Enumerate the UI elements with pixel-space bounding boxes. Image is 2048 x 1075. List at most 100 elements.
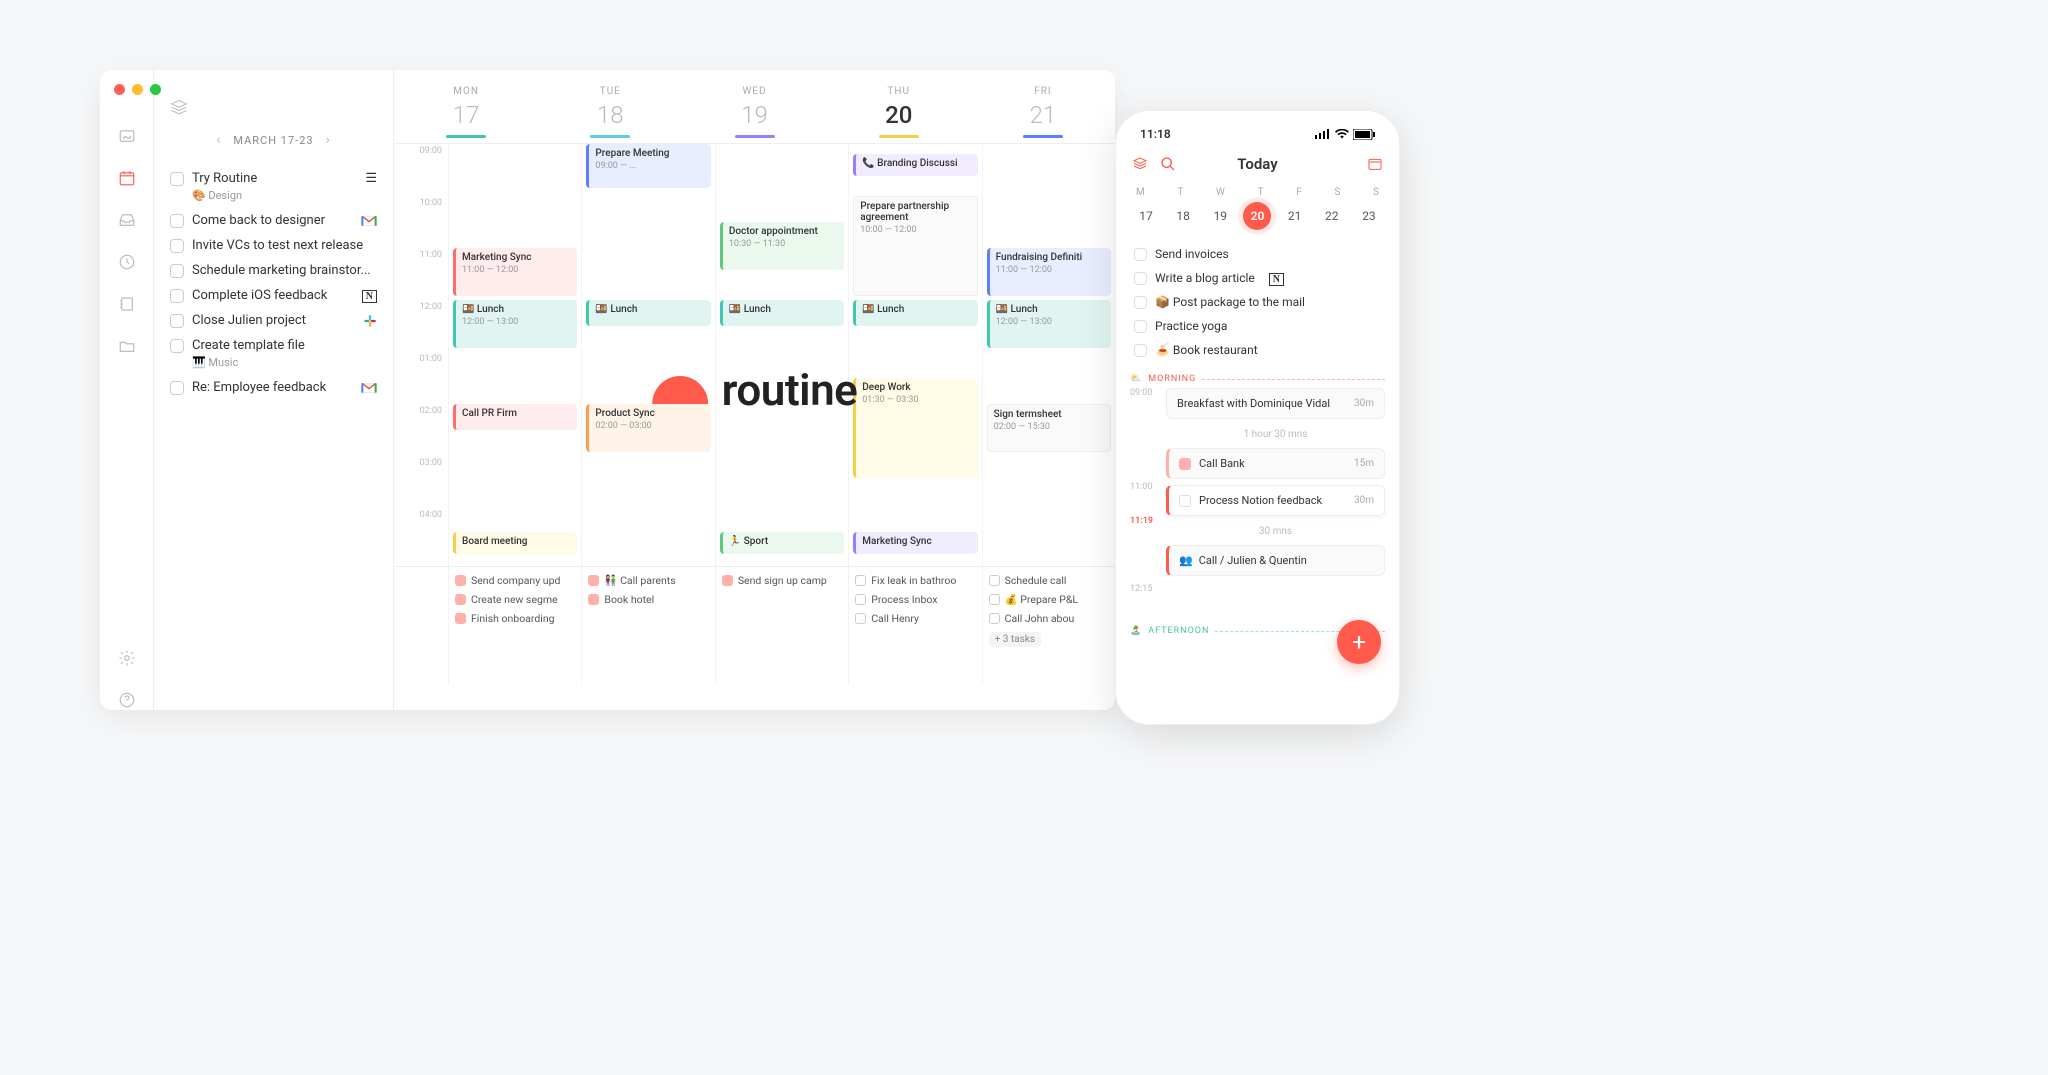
add-button[interactable]: + xyxy=(1337,620,1381,664)
phone-task[interactable]: Write a blog articleN xyxy=(1130,266,1385,290)
unscheduled-task[interactable]: Process Inbox xyxy=(855,590,975,609)
calendar-event[interactable]: Call PR Firm xyxy=(453,404,577,430)
more-tasks[interactable]: + 3 tasks xyxy=(989,632,1041,647)
date-button[interactable]: 18 xyxy=(1169,202,1197,230)
phone-task[interactable]: Send invoices xyxy=(1130,242,1385,266)
clock-icon[interactable] xyxy=(117,252,137,272)
task-checkbox[interactable] xyxy=(1134,296,1147,309)
calendar-event[interactable]: Prepare partnership agreement10:00 — 12:… xyxy=(853,196,977,296)
unscheduled-task[interactable]: Call John abou xyxy=(989,609,1109,628)
calendar-event[interactable]: 🍱 Lunch12:00 — 13:00 xyxy=(453,300,577,348)
unscheduled-task[interactable]: Create new segme xyxy=(455,590,575,609)
date-button[interactable]: 22 xyxy=(1318,202,1346,230)
calendar-event[interactable]: Board meeting xyxy=(453,532,577,554)
unscheduled-task[interactable]: Call Henry xyxy=(855,609,975,628)
unscheduled-task[interactable]: Finish onboarding xyxy=(455,609,575,628)
date-button[interactable]: 19 xyxy=(1206,202,1234,230)
sidebar-task[interactable]: Close Julien project xyxy=(168,308,379,333)
close-window[interactable] xyxy=(114,84,125,95)
day-header[interactable]: WED19 xyxy=(682,70,826,143)
timeline-event[interactable]: Breakfast with Dominique Vidal 30m xyxy=(1166,388,1385,419)
task-checkbox[interactable] xyxy=(855,613,866,624)
task-checkbox[interactable] xyxy=(170,264,184,278)
day-header[interactable]: MON17 xyxy=(394,70,538,143)
task-checkbox[interactable] xyxy=(1134,272,1147,285)
calendar-event[interactable]: 🍱 Lunch xyxy=(586,300,710,326)
task-checkbox[interactable] xyxy=(989,613,1000,624)
unscheduled-task[interactable]: 💰 Prepare P&L xyxy=(989,590,1109,609)
stack-icon[interactable] xyxy=(1132,156,1148,172)
unscheduled-task[interactable]: Send company upd xyxy=(455,571,575,590)
task-checkbox[interactable] xyxy=(1134,248,1147,261)
calendar-event[interactable]: 🏃 Sport xyxy=(720,532,844,554)
task-checkbox[interactable] xyxy=(170,214,184,228)
task-checkbox[interactable] xyxy=(170,381,184,395)
prev-week[interactable]: ‹ xyxy=(216,132,221,148)
sidebar-task[interactable]: Invite VCs to test next release xyxy=(168,233,379,258)
unscheduled-task[interactable]: Schedule call xyxy=(989,571,1109,590)
day-header[interactable]: FRI21 xyxy=(971,70,1115,143)
maximize-window[interactable] xyxy=(150,84,161,95)
unscheduled-task[interactable]: Fix leak in bathroo xyxy=(855,571,975,590)
folder-icon[interactable] xyxy=(117,336,137,356)
unscheduled-task[interactable]: Send sign up camp xyxy=(722,571,842,590)
calendar-event[interactable]: 🍱 Lunch12:00 — 13:00 xyxy=(987,300,1111,348)
calendar-event[interactable]: Prepare Meeting09:00 — ... xyxy=(586,144,710,188)
phone-task[interactable]: 🍝 Book restaurant xyxy=(1130,338,1385,362)
task-checkbox[interactable] xyxy=(170,172,184,186)
task-checkbox[interactable] xyxy=(170,314,184,328)
day-header[interactable]: TUE18 xyxy=(538,70,682,143)
date-button[interactable]: 20 xyxy=(1243,202,1271,230)
calendar-icon[interactable] xyxy=(117,168,137,188)
unscheduled-task[interactable]: Book hotel xyxy=(588,590,708,609)
task-checkbox[interactable] xyxy=(1134,320,1147,333)
next-week[interactable]: › xyxy=(326,132,331,148)
timeline-task[interactable]: Call Bank 15m xyxy=(1166,448,1385,479)
timeline-task-current[interactable]: Process Notion feedback 30m xyxy=(1166,485,1385,516)
task-checkbox[interactable] xyxy=(455,575,466,586)
calendar-event[interactable]: Sign termsheet02:00 — 15:30 xyxy=(987,404,1111,452)
task-checkbox[interactable] xyxy=(855,594,866,605)
unscheduled-task[interactable]: 👫 Call parents xyxy=(588,571,708,590)
calendar-event[interactable]: 🍱 Lunch xyxy=(853,300,977,326)
phone-task[interactable]: 📦 Post package to the mail xyxy=(1130,290,1385,314)
calendar-event[interactable]: Marketing Sync xyxy=(853,532,977,554)
sidebar-task[interactable]: Try Routine☰ xyxy=(168,166,379,191)
sidebar-task[interactable]: Complete iOS feedbackN xyxy=(168,283,379,308)
task-checkbox[interactable] xyxy=(455,613,466,624)
sidebar-task[interactable]: Create template file xyxy=(168,333,379,358)
task-checkbox[interactable] xyxy=(588,594,599,605)
sidebar-task[interactable]: Schedule marketing brainstor... xyxy=(168,258,379,283)
settings-icon[interactable] xyxy=(117,648,137,668)
timeline-event[interactable]: 👥Call / Julien & Quentin xyxy=(1166,545,1385,576)
calendar-event[interactable]: Doctor appointment10:30 — 11:30 xyxy=(720,222,844,270)
task-checkbox[interactable] xyxy=(722,575,733,586)
phone-task[interactable]: Practice yoga xyxy=(1130,314,1385,338)
calendar-event[interactable]: Fundraising Definiti11:00 — 12:00 xyxy=(987,248,1111,296)
calendar-event[interactable]: 📞 Branding Discussi xyxy=(853,154,977,176)
calendar-event[interactable]: Marketing Sync11:00 — 12:00 xyxy=(453,248,577,296)
task-checkbox[interactable] xyxy=(588,575,599,586)
dashboard-icon[interactable] xyxy=(117,126,137,146)
task-checkbox[interactable] xyxy=(455,594,466,605)
sidebar-task[interactable]: Come back to designer xyxy=(168,208,379,233)
date-button[interactable]: 23 xyxy=(1355,202,1383,230)
day-header[interactable]: THU20 xyxy=(827,70,971,143)
task-checkbox[interactable] xyxy=(170,239,184,253)
task-checkbox[interactable] xyxy=(170,339,184,353)
notes-icon[interactable] xyxy=(117,294,137,314)
minimize-window[interactable] xyxy=(132,84,143,95)
task-checkbox[interactable] xyxy=(1134,344,1147,357)
calendar-event[interactable]: 🍱 Lunch xyxy=(720,300,844,326)
date-button[interactable]: 17 xyxy=(1132,202,1160,230)
sidebar-task[interactable]: Re: Employee feedback xyxy=(168,375,379,400)
task-checkbox[interactable] xyxy=(989,575,1000,586)
date-button[interactable]: 21 xyxy=(1281,202,1309,230)
task-checkbox[interactable] xyxy=(170,289,184,303)
search-icon[interactable] xyxy=(1160,156,1176,172)
calendar-folder-icon[interactable] xyxy=(1367,156,1383,172)
task-checkbox[interactable] xyxy=(855,575,866,586)
inbox-icon[interactable] xyxy=(117,210,137,230)
help-icon[interactable] xyxy=(117,690,137,710)
task-checkbox[interactable] xyxy=(989,594,1000,605)
